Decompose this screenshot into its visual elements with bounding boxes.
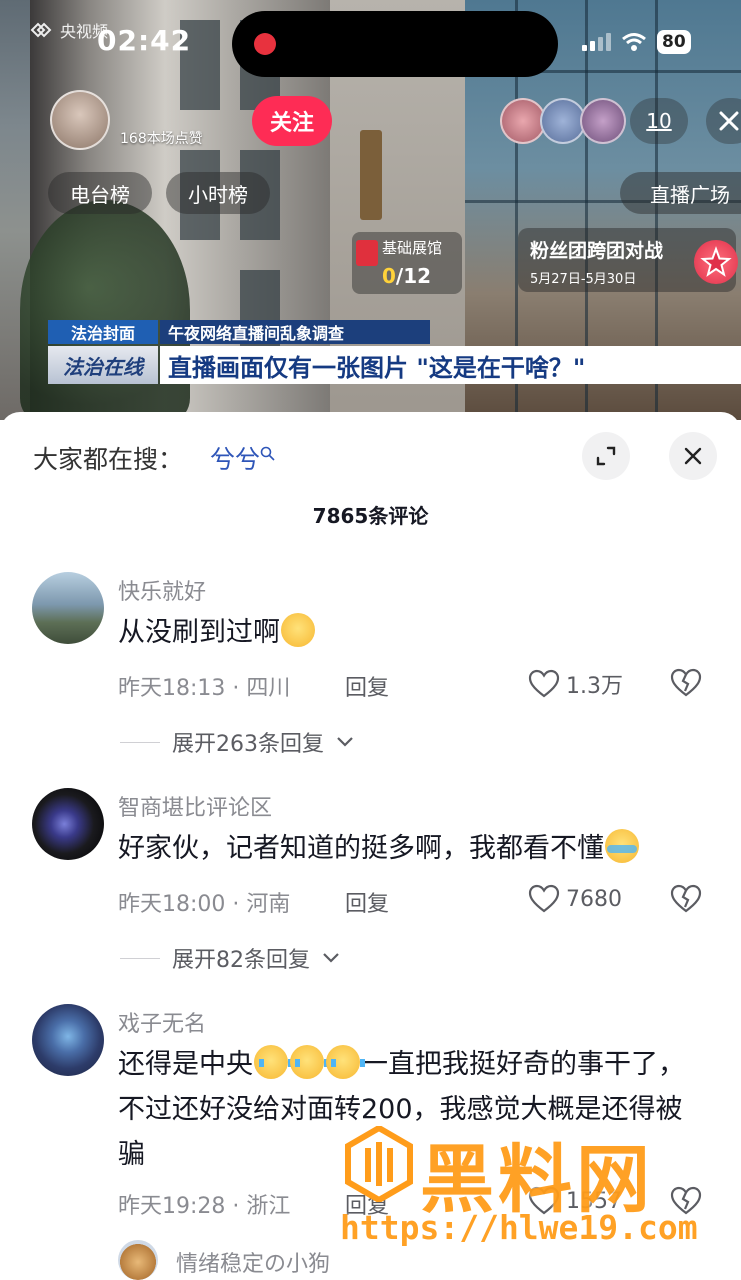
broken-heart-icon — [670, 1186, 702, 1215]
follow-button[interactable]: 关注 — [252, 96, 332, 146]
exhibit-title: 基础展馆 — [382, 239, 443, 257]
trending-search-label: 大家都在搜： — [33, 445, 184, 474]
exhibit-progress: 0/12 — [382, 264, 432, 288]
reply-button[interactable]: 回复 — [345, 1188, 389, 1220]
news-subtitle: 午夜网络直播间乱象调查 — [160, 320, 430, 344]
comment-count: 7865条评论 — [312, 504, 429, 528]
broken-heart-icon — [670, 884, 702, 913]
comment-meta: 昨天18:13 · 四川 — [118, 676, 291, 701]
heart-icon — [528, 1186, 560, 1215]
like-count: 1.3万 — [566, 674, 623, 699]
expand-replies-button[interactable]: 展开82条回复 — [120, 942, 340, 974]
worried-emoji-icon — [281, 613, 315, 647]
host-avatar[interactable] — [50, 90, 110, 150]
chevron-down-icon — [323, 953, 339, 963]
comment-username[interactable]: 戏子无名 — [118, 1006, 206, 1038]
channel-logo-icon — [30, 22, 52, 38]
comment-meta: 昨天18:00 · 河南 — [118, 892, 291, 917]
expand-replies-label: 展开82条回复 — [172, 948, 310, 973]
chevron-down-icon — [337, 737, 353, 747]
fan-battle-banner[interactable]: 粉丝团跨团对战 5月27日-5月30日 — [518, 228, 738, 292]
close-comments-button[interactable] — [669, 432, 717, 480]
news-program-logo: 法治在线 — [48, 346, 158, 384]
signal-icon — [582, 33, 611, 51]
viewer-avatars[interactable] — [500, 98, 630, 144]
expand-icon — [596, 446, 616, 466]
search-icon — [260, 446, 275, 461]
broken-heart-icon — [670, 668, 702, 697]
news-program-tag: 法治封面 — [48, 320, 158, 344]
status-icons: 80 — [582, 30, 691, 54]
comment-username[interactable]: 快乐就好 — [118, 574, 206, 606]
exhibit-widget[interactable]: 基础展馆 0/12 — [352, 232, 462, 294]
background-lamp — [360, 130, 382, 220]
close-icon — [684, 447, 702, 465]
heart-icon — [528, 884, 560, 913]
like-button[interactable]: 1.3万 — [528, 668, 623, 700]
comment-username[interactable]: 情绪稳定の小狗 — [176, 1246, 330, 1278]
crying-emoji-icon — [326, 1045, 365, 1079]
radio-rank-button[interactable]: 电台榜 — [48, 172, 152, 214]
avatar[interactable] — [118, 1240, 158, 1280]
exhibit-icon — [356, 240, 378, 266]
fan-battle-dates: 5月27日-5月30日 — [530, 272, 637, 287]
reply-button[interactable]: 回复 — [345, 886, 389, 918]
close-icon — [719, 111, 739, 131]
comment-username[interactable]: 智商堪比评论区 — [118, 790, 272, 822]
live-plaza-button[interactable]: 直播广场 — [620, 172, 741, 214]
news-caption-bar: 法治封面 法治在线 午夜网络直播间乱象调查 直播画面仅有一张图片 "这是在干啥？… — [48, 320, 741, 384]
expand-button[interactable] — [582, 432, 630, 480]
dislike-button[interactable] — [670, 668, 702, 702]
avatar[interactable] — [32, 572, 104, 644]
trending-search-term: 兮兮 — [210, 445, 261, 474]
comment-text: 好家伙，记者知道的挺多啊，我都看不懂 — [118, 826, 718, 871]
star-badge-icon — [694, 240, 738, 284]
news-headline: 直播画面仅有一张图片 "这是在干啥？" — [160, 346, 741, 384]
trending-search-link[interactable]: 兮兮 — [210, 440, 276, 476]
background-tree — [20, 200, 190, 420]
laugh-cry-emoji-icon — [605, 829, 639, 863]
comment-text: 从没刷到过啊 — [118, 610, 718, 655]
dislike-button[interactable] — [670, 884, 702, 918]
avatar[interactable] — [32, 1004, 104, 1076]
recording-dot-icon — [254, 33, 276, 55]
comment-meta: 昨天19:28 · 浙江 — [118, 1194, 291, 1219]
expand-replies-label: 展开263条回复 — [172, 732, 324, 757]
battery-indicator: 80 — [657, 30, 691, 54]
channel-logo: 央视频 — [28, 18, 108, 42]
like-button[interactable]: 1557 — [528, 1186, 622, 1216]
expand-replies-button[interactable]: 展开263条回复 — [120, 726, 354, 758]
status-time: 02:42 — [97, 24, 192, 57]
viewer-count[interactable]: 10 — [630, 98, 688, 144]
reply-button[interactable]: 回复 — [345, 670, 389, 702]
wifi-icon — [622, 33, 646, 51]
likes-count-text: 168本场点赞 — [120, 131, 203, 147]
dislike-button[interactable] — [670, 1186, 702, 1220]
fan-battle-title: 粉丝团跨团对战 — [530, 240, 664, 262]
like-count: 1557 — [566, 1188, 622, 1214]
comment-text: 还得是中央 一直把我挺好奇的事干了，不过还好没给对面转200，我感觉大概是还得被骗 — [118, 1042, 708, 1177]
crying-emoji-icon — [290, 1045, 329, 1079]
dynamic-island — [232, 11, 558, 77]
like-button[interactable]: 7680 — [528, 884, 622, 914]
avatar[interactable] — [32, 788, 104, 860]
crying-emoji-icon — [254, 1045, 293, 1079]
like-count: 7680 — [566, 886, 622, 912]
live-video[interactable]: 央视频 02:42 80 168本场点赞 关注 电台榜 小时榜 10 直播广场 … — [0, 0, 741, 420]
hour-rank-button[interactable]: 小时榜 — [166, 172, 270, 214]
heart-icon — [528, 669, 560, 698]
comment-sheet: 大家都在搜： 兮兮 7865条评论 快乐就好 从没刷到过啊 昨天18:13 · … — [0, 412, 741, 1280]
